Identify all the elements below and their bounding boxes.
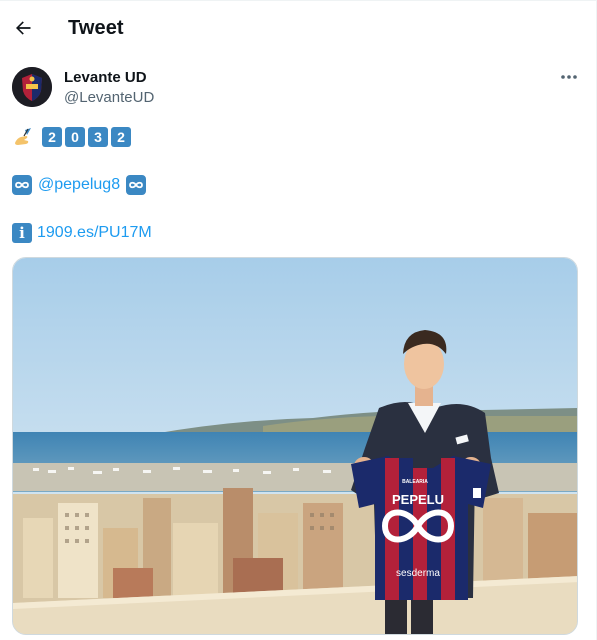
avatar[interactable] xyxy=(12,67,52,107)
svg-text:sesderma: sesderma xyxy=(396,568,440,579)
back-button[interactable] xyxy=(8,13,38,43)
infinity-icon xyxy=(126,175,147,195)
mention-link[interactable]: @pepelug8 xyxy=(38,176,120,194)
keycap-digit: 3 xyxy=(88,127,108,147)
svg-text:PEPELU: PEPELU xyxy=(392,492,444,507)
author-handle[interactable]: @LevanteUD xyxy=(64,89,154,106)
tweet-photo[interactable]: BALEARIA PEPELU sesderma xyxy=(12,257,578,635)
levante-crest-icon xyxy=(12,67,52,107)
writing-hand-icon xyxy=(12,126,34,148)
photo-scene: BALEARIA PEPELU sesderma xyxy=(13,258,577,634)
tweet-line-contract: 2 0 3 2 xyxy=(12,125,134,149)
page-title: Tweet xyxy=(68,17,124,39)
tweet-line-mention: @pepelug8 xyxy=(12,173,147,197)
tweet-page: Tweet Levante UD @LevanteUD 2 0 3 2 @pep… xyxy=(0,0,597,640)
tweet-line-link: i 1909.es/PU17M xyxy=(12,221,152,245)
keycap-digit: 0 xyxy=(65,127,85,147)
author-display-name[interactable]: Levante UD xyxy=(64,69,147,86)
url-link[interactable]: 1909.es/PU17M xyxy=(37,224,152,242)
keycap-digit: 2 xyxy=(42,127,62,147)
keycap-digit: 2 xyxy=(111,127,131,147)
information-icon: i xyxy=(12,223,32,243)
svg-text:BALEARIA: BALEARIA xyxy=(402,479,428,485)
infinity-icon xyxy=(12,175,32,195)
arrow-left-icon xyxy=(16,21,31,35)
more-horizontal-icon xyxy=(561,75,577,79)
page-header: Tweet xyxy=(0,1,597,55)
more-button[interactable] xyxy=(554,65,584,89)
